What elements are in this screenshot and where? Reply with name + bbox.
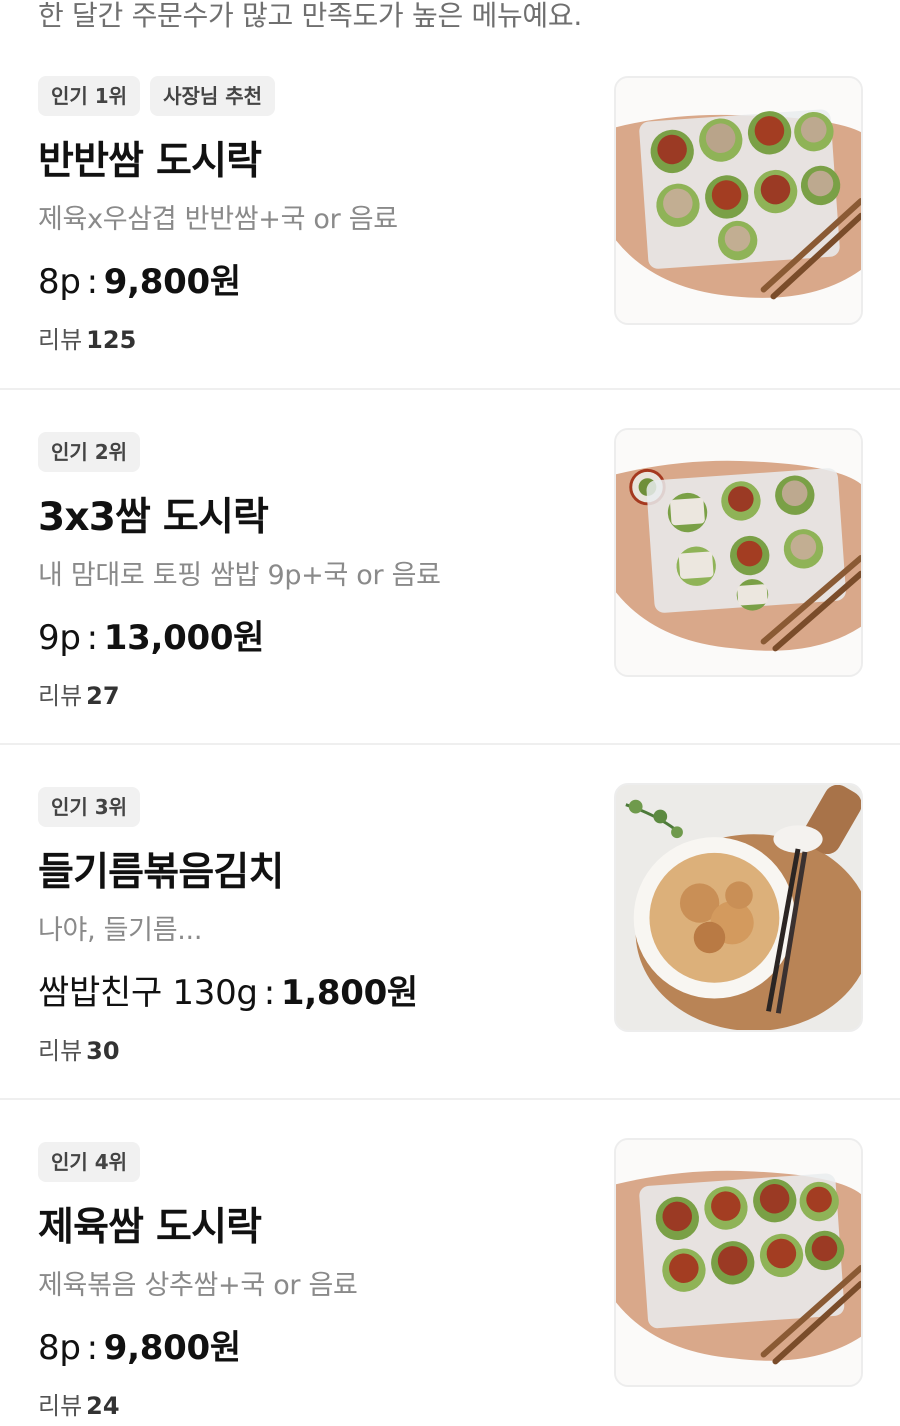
badge-group: 인기 1위 사장님 추천 <box>38 76 276 116</box>
review-number: 125 <box>86 326 137 354</box>
rank-badge: 인기 1위 <box>38 76 141 116</box>
menu-item-photo[interactable] <box>614 76 863 325</box>
rank-badge: 인기 4위 <box>38 1142 141 1182</box>
menu-item-name: 들기름볶음김치 <box>38 850 284 895</box>
review-number: 30 <box>86 1037 120 1065</box>
review-count: 리뷰 125 <box>38 320 136 355</box>
menu-item-price: 8p:9,800원 <box>38 262 241 302</box>
menu-item-price: 쌈밥친구 130g:1,800원 <box>38 973 418 1013</box>
price-amount: 9,800원 <box>103 262 241 302</box>
menu-item-description: 제육x우삼겹 반반쌈+국 or 음료 <box>38 204 398 235</box>
rank-badge: 인기 2위 <box>38 432 141 472</box>
review-label: 리뷰 <box>38 682 83 710</box>
menu-item-photo[interactable] <box>614 783 863 1032</box>
review-count: 리뷰 30 <box>38 1031 120 1066</box>
rank-badge: 인기 3위 <box>38 787 141 827</box>
menu-item-description: 나야, 들기름... <box>38 915 203 946</box>
recommend-badge: 사장님 추천 <box>150 76 276 116</box>
badge-group: 인기 2위 <box>38 432 141 472</box>
menu-item[interactable]: 인기 4위 제육쌈 도시락 제육볶음 상추쌈+국 or 음료 8p:9,800원… <box>0 1138 900 1426</box>
review-count: 리뷰 27 <box>38 676 120 711</box>
menu-item[interactable]: 인기 2위 3x3쌈 도시락 내 맘대로 토핑 쌈밥 9p+국 or 음료 9p… <box>0 428 900 745</box>
review-number: 27 <box>86 682 120 710</box>
review-label: 리뷰 <box>38 1037 83 1065</box>
price-prefix: 쌈밥친구 130g <box>38 973 258 1013</box>
price-amount: 1,800원 <box>280 973 418 1013</box>
price-amount: 9,800원 <box>103 1328 241 1368</box>
menu-item-photo[interactable] <box>614 1138 863 1387</box>
menu-item[interactable]: 인기 1위 사장님 추천 반반쌈 도시락 제육x우삼겹 반반쌈+국 or 음료 … <box>0 76 900 390</box>
section-intro-text: 한 달간 주문수가 많고 만족도가 높은 메뉴예요. <box>38 0 582 32</box>
price-amount: 13,000원 <box>103 618 265 658</box>
review-number: 24 <box>86 1392 120 1420</box>
price-prefix: 8p <box>38 1328 81 1368</box>
menu-item-description: 내 맘대로 토핑 쌈밥 9p+국 or 음료 <box>38 560 441 591</box>
review-count: 리뷰 24 <box>38 1386 120 1421</box>
menu-item-photo[interactable] <box>614 428 863 677</box>
menu-item-price: 9p:13,000원 <box>38 618 265 658</box>
menu-item-name: 3x3쌈 도시락 <box>38 495 269 540</box>
menu-item-description: 제육볶음 상추쌈+국 or 음료 <box>38 1270 358 1301</box>
menu-item[interactable]: 인기 3위 들기름볶음김치 나야, 들기름... 쌈밥친구 130g:1,800… <box>0 783 900 1100</box>
menu-item-price: 8p:9,800원 <box>38 1328 241 1368</box>
menu-item-name: 반반쌈 도시락 <box>38 139 262 184</box>
price-prefix: 8p <box>38 262 81 302</box>
review-label: 리뷰 <box>38 1392 83 1420</box>
price-prefix: 9p <box>38 618 81 658</box>
menu-item-name: 제육쌈 도시락 <box>38 1205 262 1250</box>
review-label: 리뷰 <box>38 326 83 354</box>
badge-group: 인기 3위 <box>38 787 141 827</box>
badge-group: 인기 4위 <box>38 1142 141 1182</box>
